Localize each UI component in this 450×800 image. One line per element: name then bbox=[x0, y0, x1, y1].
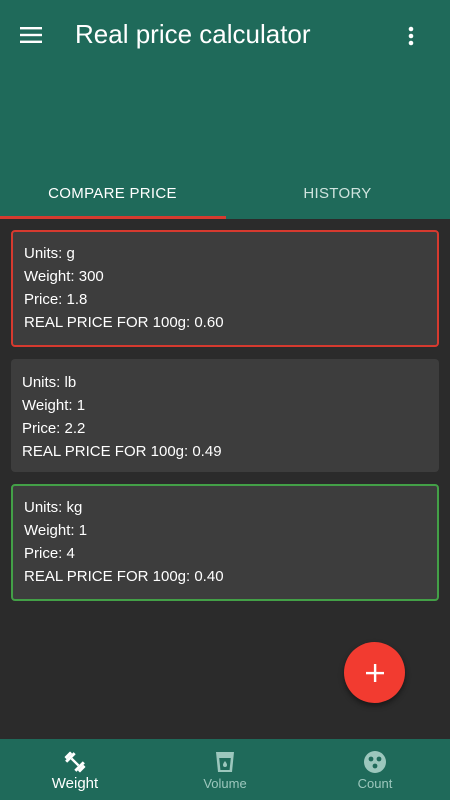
card-real-price: REAL PRICE FOR 100g: 0.49 bbox=[22, 443, 222, 460]
card-real-price: REAL PRICE FOR 100g: 0.40 bbox=[24, 568, 224, 585]
nav-item-weight[interactable]: Weight bbox=[0, 739, 150, 800]
tab-history-label: HISTORY bbox=[303, 185, 372, 202]
plus-icon bbox=[365, 663, 384, 682]
nav-label-volume: Volume bbox=[203, 776, 247, 791]
card-units: Units: g bbox=[24, 245, 75, 262]
card-weight: Weight: 1 bbox=[24, 522, 88, 539]
count-circles-icon bbox=[364, 751, 386, 773]
app-screen: Real price calculator COMPARE PRICE HIST… bbox=[0, 0, 450, 800]
card-units: Units: lb bbox=[22, 374, 77, 391]
card-price: Price: 4 bbox=[24, 545, 75, 562]
bottom-navigation: Weight Volume Count bbox=[0, 739, 450, 800]
more-vertical-icon bbox=[408, 26, 414, 46]
price-card-kg[interactable]: Units: kg Weight: 1 Price: 4 REAL PRICE … bbox=[11, 484, 439, 601]
nav-label-weight: Weight bbox=[51, 775, 99, 792]
tab-bar: COMPARE PRICE HISTORY bbox=[0, 168, 450, 219]
hamburger-menu-icon bbox=[20, 27, 42, 43]
tab-history[interactable]: HISTORY bbox=[225, 168, 450, 219]
app-header: Real price calculator COMPARE PRICE HIST… bbox=[0, 0, 450, 219]
menu-button[interactable] bbox=[15, 19, 47, 51]
nav-label-count: Count bbox=[357, 776, 393, 791]
card-real-price: REAL PRICE FOR 100g: 0.60 bbox=[24, 314, 224, 331]
nav-item-count[interactable]: Count bbox=[300, 739, 450, 800]
card-units: Units: kg bbox=[24, 499, 83, 516]
tab-compare-price[interactable]: COMPARE PRICE bbox=[0, 168, 226, 219]
toolbar: Real price calculator bbox=[0, 0, 450, 68]
card-price: Price: 1.8 bbox=[24, 291, 88, 308]
dumbbell-icon bbox=[64, 751, 86, 773]
price-card-lb[interactable]: Units: lb Weight: 1 Price: 2.2 REAL PRIC… bbox=[11, 359, 439, 472]
card-weight: Weight: 300 bbox=[24, 268, 104, 285]
card-weight: Weight: 1 bbox=[22, 397, 86, 414]
add-item-button[interactable] bbox=[344, 642, 405, 703]
glass-icon bbox=[216, 752, 234, 772]
price-card-g[interactable]: Units: g Weight: 300 Price: 1.8 REAL PRI… bbox=[11, 230, 439, 347]
card-price: Price: 2.2 bbox=[22, 420, 86, 437]
nav-item-volume[interactable]: Volume bbox=[150, 739, 300, 800]
app-title: Real price calculator bbox=[75, 19, 311, 49]
more-options-button[interactable] bbox=[400, 22, 422, 50]
tab-compare-price-label: COMPARE PRICE bbox=[48, 185, 177, 202]
